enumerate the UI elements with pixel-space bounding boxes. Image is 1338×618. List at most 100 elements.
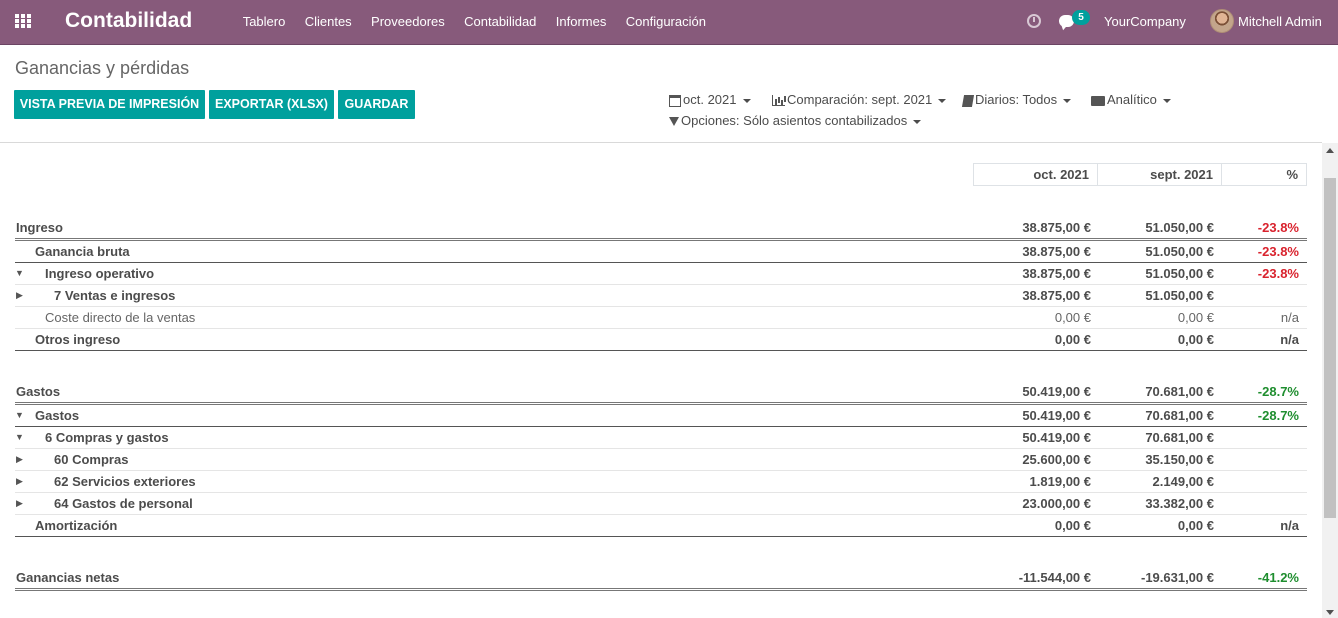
row-value-percent: n/a: [1280, 332, 1299, 347]
row-value-current: 38.875,00 €: [1022, 244, 1091, 259]
report-row-gastos-personal[interactable]: ▶ 64 Gastos de personal 23.000,00 € 33.3…: [15, 493, 1307, 515]
report-row-gastos[interactable]: ▼ Gastos 50.419,00 € 70.681,00 € -28.7%: [15, 405, 1307, 427]
caret-down-icon: [1063, 98, 1072, 103]
book-icon: [961, 94, 975, 107]
scroll-down-arrow-icon[interactable]: [1326, 610, 1334, 615]
scroll-up-arrow-icon[interactable]: [1326, 148, 1334, 153]
top-navbar: Contabilidad Tablero Clientes Proveedore…: [0, 0, 1338, 45]
report-row-servicios-exteriores[interactable]: ▶ 62 Servicios exteriores 1.819,00 € 2.1…: [15, 471, 1307, 493]
row-label: 7 Ventas e ingresos: [54, 288, 176, 303]
row-label: Ganancia bruta: [35, 244, 130, 259]
filter-funnel-icon: [669, 117, 679, 127]
row-value-comparison: 2.149,00 €: [1152, 474, 1214, 489]
row-value-current: 38.875,00 €: [1022, 220, 1091, 235]
messages-count-badge: 5: [1072, 10, 1090, 25]
row-label: Ganancias netas: [16, 570, 120, 585]
row-value-percent: n/a: [1280, 310, 1299, 325]
caret-down-icon[interactable]: ▼: [15, 427, 24, 448]
report-row-ventas-ingresos[interactable]: ▶ 7 Ventas e ingresos 38.875,00 € 51.050…: [15, 285, 1307, 307]
analytic-filter-label: Analítico: [1107, 92, 1157, 107]
activity-clock-icon[interactable]: [1027, 14, 1041, 28]
menu-item-clientes[interactable]: Clientes: [295, 0, 361, 45]
caret-down-icon: [742, 98, 751, 103]
date-filter-label: oct. 2021: [683, 92, 737, 107]
report-row-ingreso-operativo[interactable]: ▼ Ingreso operativo 38.875,00 € 51.050,0…: [15, 263, 1307, 285]
row-value-comparison: 70.681,00 €: [1145, 408, 1214, 423]
row-value-comparison: 70.681,00 €: [1145, 430, 1214, 445]
report-row-compras[interactable]: ▶ 60 Compras 25.600,00 € 35.150,00 €: [15, 449, 1307, 471]
journals-filter[interactable]: Diarios: Todos: [961, 92, 1072, 107]
row-value-comparison: 51.050,00 €: [1145, 266, 1214, 281]
row-value-current: 50.419,00 €: [1022, 384, 1091, 399]
caret-right-icon[interactable]: ▶: [16, 285, 23, 306]
row-value-comparison: 51.050,00 €: [1145, 288, 1214, 303]
row-value-percent: -41.2%: [1257, 570, 1299, 585]
bar-chart-icon: [772, 95, 785, 107]
report-row-otros-ingreso[interactable]: Otros ingreso 0,00 € 0,00 € n/a: [15, 329, 1307, 351]
row-value-comparison: 51.050,00 €: [1145, 244, 1214, 259]
report-row-ganancias-netas[interactable]: Ganancias netas -11.544,00 € -19.631,00 …: [15, 567, 1307, 591]
row-value-current: 38.875,00 €: [1022, 266, 1091, 281]
user-menu[interactable]: Mitchell Admin: [1238, 14, 1322, 29]
row-value-comparison: 51.050,00 €: [1145, 220, 1214, 235]
row-value-current: 38.875,00 €: [1022, 288, 1091, 303]
menu-item-informes[interactable]: Informes: [546, 0, 616, 45]
row-label: Gastos: [35, 408, 80, 423]
row-value-current: 25.600,00 €: [1022, 452, 1091, 467]
menu-item-tablero[interactable]: Tablero: [233, 0, 295, 45]
row-value-current: 50.419,00 €: [1022, 430, 1091, 445]
calendar-icon: [669, 94, 681, 107]
user-avatar[interactable]: [1210, 9, 1234, 33]
row-value-comparison: 0,00 €: [1177, 310, 1214, 325]
row-value-percent: -28.7%: [1257, 384, 1299, 399]
row-value-current: 0,00 €: [1054, 332, 1091, 347]
date-filter[interactable]: oct. 2021: [669, 92, 751, 107]
app-brand[interactable]: Contabilidad: [65, 9, 192, 33]
report-row-compras-gastos[interactable]: ▼ 6 Compras y gastos 50.419,00 € 70.681,…: [15, 427, 1307, 449]
analytic-filter[interactable]: Analítico: [1091, 92, 1171, 107]
row-value-comparison: 0,00 €: [1177, 518, 1214, 533]
row-label: 64 Gastos de personal: [54, 496, 193, 511]
export-xlsx-button[interactable]: EXPORTAR (XLSX): [209, 90, 334, 119]
vertical-scrollbar[interactable]: [1322, 143, 1338, 618]
report-row-coste-directo[interactable]: Coste directo de la ventas 0,00 € 0,00 €…: [15, 307, 1307, 329]
print-preview-button[interactable]: VISTA PREVIA DE IMPRESIÓN: [14, 90, 205, 119]
report-row-amortizacion[interactable]: Amortización 0,00 € 0,00 € n/a: [15, 515, 1307, 537]
caret-down-icon: [938, 98, 947, 103]
report-row-ingreso[interactable]: Ingreso 38.875,00 € 51.050,00 € -23.8%: [15, 217, 1307, 241]
row-value-current: 1.819,00 €: [1029, 474, 1091, 489]
save-button[interactable]: GUARDAR: [338, 90, 415, 119]
journals-filter-label: Diarios: Todos: [975, 92, 1058, 107]
caret-right-icon[interactable]: ▶: [16, 449, 23, 470]
row-label: 60 Compras: [54, 452, 129, 467]
column-header-percent: %: [1221, 163, 1307, 186]
row-value-percent: -23.8%: [1257, 220, 1299, 235]
company-switcher[interactable]: YourCompany: [1104, 14, 1186, 29]
menu-item-contabilidad[interactable]: Contabilidad: [454, 0, 546, 45]
report-row-gastos-section[interactable]: Gastos 50.419,00 € 70.681,00 € -28.7%: [15, 381, 1307, 405]
row-value-current: -11.544,00 €: [1018, 570, 1091, 585]
row-value-percent: n/a: [1280, 518, 1299, 533]
row-label: Ingreso operativo: [45, 266, 155, 281]
comparison-filter[interactable]: Comparación: sept. 2021: [772, 92, 947, 107]
comparison-filter-label: Comparación: sept. 2021: [787, 92, 933, 107]
apps-grid-icon[interactable]: [15, 14, 32, 29]
scrollbar-thumb[interactable]: [1324, 178, 1336, 518]
row-value-comparison: 35.150,00 €: [1145, 452, 1214, 467]
caret-down-icon[interactable]: ▼: [15, 405, 24, 426]
report-row-ganancia-bruta[interactable]: Ganancia bruta 38.875,00 € 51.050,00 € -…: [15, 241, 1307, 263]
caret-down-icon: [1162, 98, 1171, 103]
column-header-current: oct. 2021: [973, 163, 1098, 186]
caret-down-icon[interactable]: ▼: [15, 263, 24, 284]
control-panel-divider: [0, 142, 1322, 143]
row-label: Ingreso: [16, 220, 63, 235]
options-filter[interactable]: Opciones: Sólo asientos contabilizados: [669, 113, 922, 128]
menu-item-proveedores[interactable]: Proveedores: [361, 0, 454, 45]
row-value-current: 0,00 €: [1054, 518, 1091, 533]
row-value-comparison: 33.382,00 €: [1145, 496, 1214, 511]
caret-right-icon[interactable]: ▶: [16, 471, 23, 492]
row-value-current: 0,00 €: [1054, 310, 1091, 325]
menu-item-configuracion[interactable]: Configuración: [616, 0, 716, 45]
caret-right-icon[interactable]: ▶: [16, 493, 23, 514]
row-value-current: 23.000,00 €: [1022, 496, 1091, 511]
